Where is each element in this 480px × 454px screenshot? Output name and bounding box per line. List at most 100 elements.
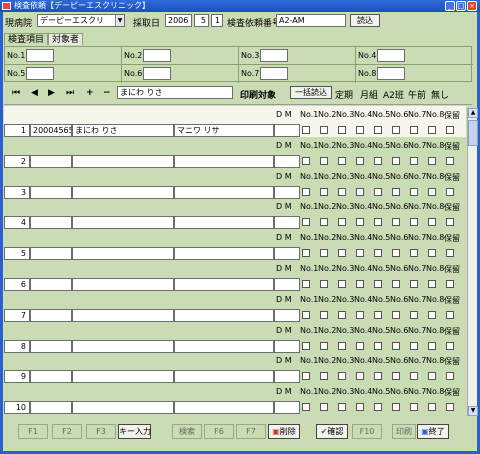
chevron-down-icon[interactable]: ▼ (115, 15, 124, 26)
check-box[interactable] (428, 249, 436, 258)
patient-name-field[interactable] (72, 278, 174, 291)
dm-input[interactable] (274, 216, 300, 230)
patient-kana-field[interactable]: マニワ リサ (174, 124, 274, 137)
patient-code-field[interactable] (30, 154, 72, 168)
minimize-button[interactable]: _ (445, 1, 455, 11)
maximize-button[interactable]: □ (456, 1, 466, 11)
confirm-button[interactable]: ✔確認 (316, 424, 348, 439)
first-record-icon[interactable]: ⏮ (12, 88, 20, 98)
last-record-icon[interactable]: ⏭ (66, 88, 74, 98)
check-box[interactable] (446, 218, 454, 227)
request-no-input[interactable]: A2-AM (276, 14, 346, 27)
check-box[interactable] (428, 310, 436, 319)
check-box[interactable] (356, 156, 364, 165)
patient-kana-field[interactable] (174, 401, 274, 415)
key-input-button[interactable]: キー入力 (118, 424, 151, 439)
patient-code-field[interactable] (30, 339, 72, 353)
check-box[interactable] (356, 372, 364, 381)
patient-name-field[interactable] (72, 308, 174, 322)
patient-name-field[interactable] (72, 216, 174, 230)
patient-kana-field[interactable] (174, 185, 274, 199)
check-box[interactable] (302, 156, 310, 165)
check-box[interactable] (374, 341, 382, 350)
patient-code-field[interactable] (30, 308, 72, 322)
f3-button[interactable]: F3 (86, 424, 116, 439)
patient-kana-field[interactable] (174, 247, 274, 261)
remove-record-icon[interactable]: − (103, 88, 111, 98)
check-box[interactable] (302, 218, 310, 227)
check-box[interactable] (446, 310, 454, 319)
check-box[interactable] (410, 156, 418, 165)
no-field-input[interactable] (143, 49, 171, 62)
f7-button[interactable]: F7 (236, 424, 266, 439)
check-box[interactable] (392, 156, 400, 165)
dm-input[interactable] (274, 185, 300, 199)
check-box[interactable] (320, 403, 328, 412)
check-box[interactable] (428, 280, 436, 288)
filter-month-group[interactable]: 月組 (360, 88, 378, 101)
check-box[interactable] (410, 187, 418, 196)
check-box[interactable] (374, 126, 382, 134)
f1-button[interactable]: F1 (18, 424, 48, 439)
check-box[interactable] (446, 341, 454, 350)
no-field-input[interactable] (26, 67, 54, 80)
check-box[interactable] (320, 372, 328, 381)
check-box[interactable] (374, 156, 382, 165)
dm-input[interactable] (274, 154, 300, 168)
day-input[interactable]: 1 (211, 14, 223, 27)
check-box[interactable] (446, 187, 454, 196)
f2-button[interactable]: F2 (52, 424, 82, 439)
check-box[interactable] (338, 126, 346, 134)
dm-input[interactable] (274, 308, 300, 322)
patient-name-field[interactable] (72, 370, 174, 384)
dm-input[interactable] (274, 401, 300, 415)
check-box[interactable] (410, 310, 418, 319)
dm-input[interactable] (274, 124, 300, 137)
check-box[interactable] (302, 187, 310, 196)
month-input[interactable]: 5 (194, 14, 209, 27)
dm-input[interactable] (274, 339, 300, 353)
check-box[interactable] (428, 126, 436, 134)
check-box[interactable] (374, 310, 382, 319)
check-box[interactable] (392, 187, 400, 196)
check-box[interactable] (392, 218, 400, 227)
scroll-down-icon[interactable]: ▼ (468, 406, 478, 416)
check-box[interactable] (302, 280, 310, 288)
patient-kana-field[interactable] (174, 370, 274, 384)
check-box[interactable] (356, 218, 364, 227)
read-button[interactable]: 読込 (350, 14, 380, 27)
check-box[interactable] (446, 280, 454, 288)
check-box[interactable] (302, 372, 310, 381)
check-box[interactable] (446, 126, 454, 134)
check-box[interactable] (410, 372, 418, 381)
tab-test-items[interactable]: 検査項目 (4, 33, 49, 45)
print-button[interactable]: 印刷 (392, 424, 416, 439)
search-button[interactable]: 検索 (172, 424, 202, 439)
hospital-select[interactable]: デーピーエスクリ ▼ (37, 14, 125, 27)
check-box[interactable] (446, 372, 454, 381)
patient-kana-field[interactable] (174, 308, 274, 322)
check-box[interactable] (410, 249, 418, 258)
no-field-input[interactable] (260, 49, 288, 62)
filter-none[interactable]: 無し (431, 88, 449, 101)
check-box[interactable] (392, 310, 400, 319)
check-box[interactable] (374, 280, 382, 288)
patient-kana-field[interactable] (174, 278, 274, 291)
check-box[interactable] (428, 403, 436, 412)
check-box[interactable] (338, 187, 346, 196)
check-box[interactable] (428, 187, 436, 196)
check-box[interactable] (302, 403, 310, 412)
no-field-input[interactable] (260, 67, 288, 80)
check-box[interactable] (410, 218, 418, 227)
tab-subjects[interactable]: 対象者 (48, 33, 84, 45)
filter-periodic[interactable]: 定期 (335, 88, 353, 101)
f10-button[interactable]: F10 (352, 424, 382, 439)
add-record-icon[interactable]: + (86, 88, 94, 98)
patient-name-field[interactable] (72, 339, 174, 353)
check-box[interactable] (428, 218, 436, 227)
check-box[interactable] (320, 249, 328, 258)
check-box[interactable] (428, 372, 436, 381)
check-box[interactable] (302, 341, 310, 350)
dm-input[interactable] (274, 278, 300, 291)
check-box[interactable] (428, 156, 436, 165)
